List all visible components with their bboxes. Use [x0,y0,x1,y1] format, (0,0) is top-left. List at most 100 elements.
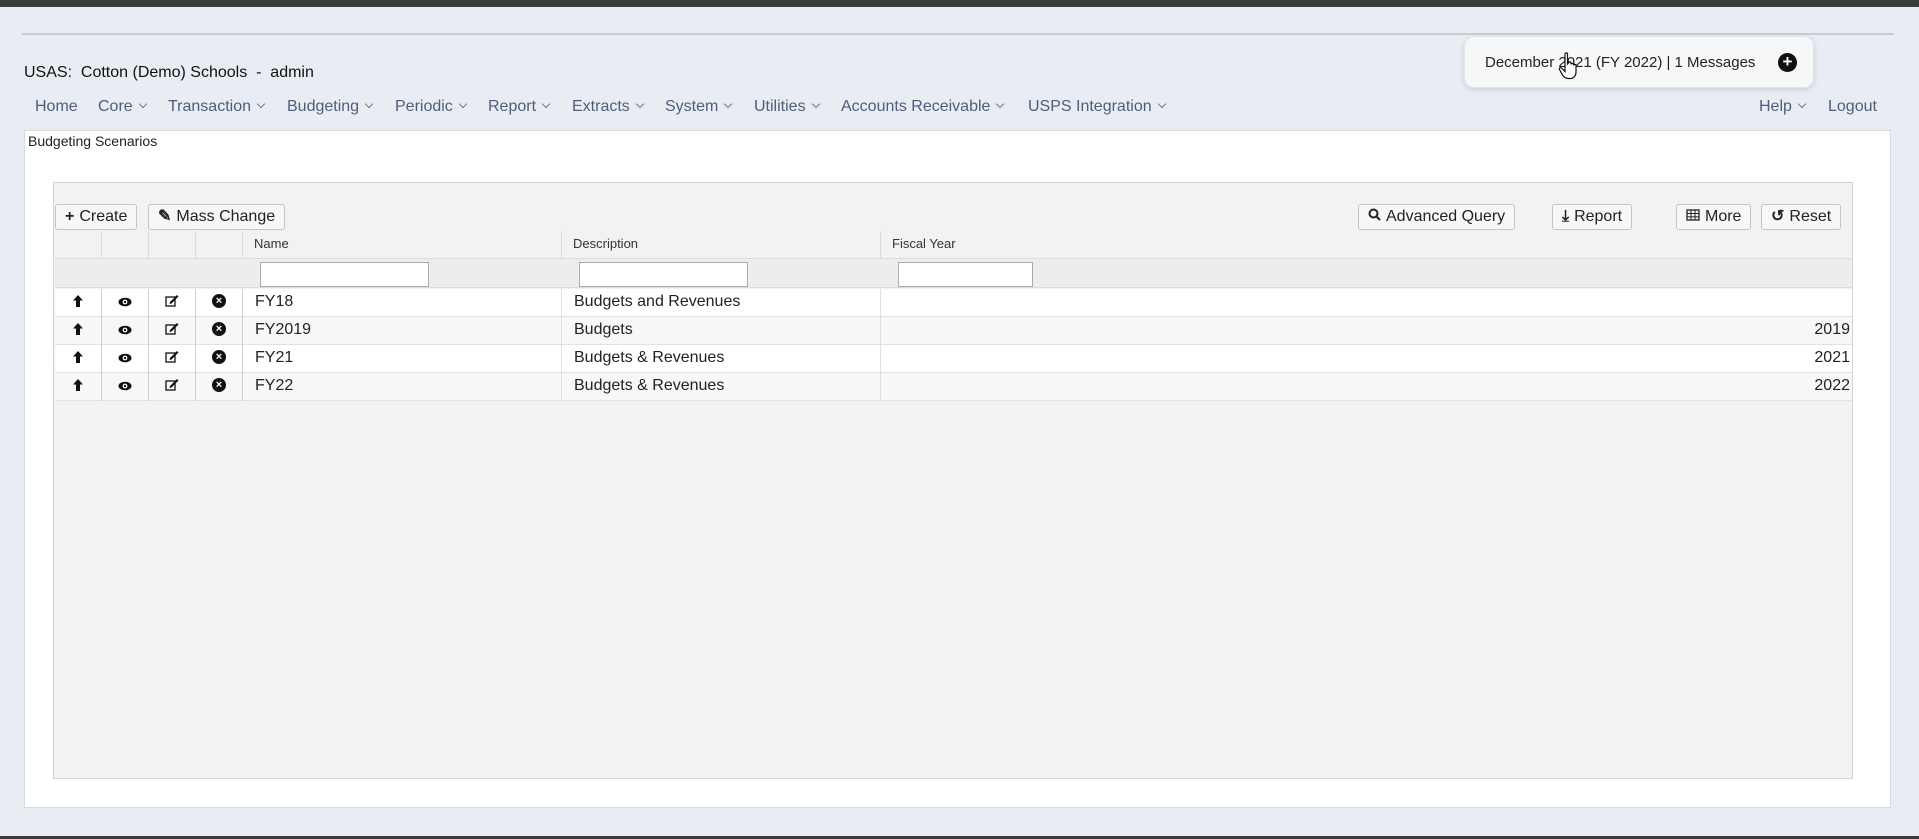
action-column-header [196,231,243,258]
eye-icon [118,322,132,340]
fiscal-year-filter-input[interactable] [898,262,1033,287]
window-top-border [0,0,1919,7]
chevron-down-icon [811,99,820,109]
table-row: × FY22 Budgets & Revenues 2022 [55,373,1852,401]
delete-button[interactable]: × [196,317,243,345]
download-icon: ⤓ [1562,208,1570,225]
filter-row [55,258,1852,288]
plus-icon: + [65,208,75,225]
more-button[interactable]: More [1676,204,1752,230]
menu-system[interactable]: System [665,98,733,116]
menu-core-label: Core [98,98,133,115]
edit-icon [165,294,179,312]
header-divider [22,33,1894,35]
menu-extracts[interactable]: Extracts [572,98,645,116]
menu-usps-integration-label: USPS Integration [1028,98,1152,115]
reset-button[interactable]: ↺ Reset [1761,204,1842,230]
menu-budgeting-label: Budgeting [287,98,360,115]
edit-icon [165,378,179,396]
fiscal-year-cell [881,289,1852,317]
chevron-down-icon [1797,99,1807,109]
name-cell: FY18 [243,289,562,317]
menu-extracts-label: Extracts [572,98,630,115]
promote-button[interactable] [55,317,102,345]
description-cell: Budgets and Revenues [562,289,881,317]
create-button[interactable]: + Create [55,204,138,230]
description-cell: Budgets [562,317,881,345]
edit-icon [165,350,179,368]
report-button[interactable]: ⤓ Report [1552,204,1633,230]
advanced-query-button-label: Advanced Query [1386,208,1506,225]
arrow-up-icon [72,322,84,341]
app-title: USAS: Cotton (Demo) Schools - admin [24,64,314,81]
name-filter-input[interactable] [260,262,429,287]
eye-icon [118,294,132,312]
promote-button[interactable] [55,345,102,373]
action-column-header [55,231,102,258]
edit-icon [165,322,179,340]
menu-core[interactable]: Core [98,98,147,116]
delete-button[interactable]: × [196,345,243,373]
menu-home[interactable]: Home [35,98,78,116]
delete-circle-icon: × [212,378,226,392]
mass-change-button[interactable]: ✎ Mass Change [148,204,286,230]
delete-circle-icon: × [212,350,226,364]
promote-button[interactable] [55,373,102,401]
undo-icon: ↺ [1771,208,1785,225]
report-button-label: Report [1574,208,1623,225]
edit-button[interactable] [149,373,196,401]
delete-circle-icon: × [212,294,226,308]
menu-utilities-label: Utilities [754,98,806,115]
column-header-description[interactable]: Description [562,231,881,258]
eye-icon [118,350,132,368]
view-button[interactable] [102,373,149,401]
menu-home-label: Home [35,98,78,115]
menu-utilities[interactable]: Utilities [754,98,820,116]
edit-button[interactable] [149,289,196,317]
notification-panel[interactable]: December 2021 (FY 2022) | 1 Messages + [1464,36,1814,88]
action-column-header [149,231,196,258]
view-button[interactable] [102,317,149,345]
description-filter-input[interactable] [579,262,748,287]
table-row: × FY18 Budgets and Revenues [55,289,1852,317]
menu-report-label: Report [488,98,537,115]
menu-budgeting[interactable]: Budgeting [287,98,374,116]
plus-circle-icon[interactable]: + [1778,53,1797,72]
menu-accounts-receivable[interactable]: Accounts Receivable [841,98,1005,116]
name-cell: FY22 [243,373,562,401]
view-button[interactable] [102,345,149,373]
chevron-down-icon [138,99,147,109]
arrow-up-icon [72,378,84,397]
view-button[interactable] [102,289,149,317]
menu-report[interactable]: Report [488,98,551,116]
delete-button[interactable]: × [196,289,243,317]
delete-button[interactable]: × [196,373,243,401]
content-area: Budgeting Scenarios + Create ✎ Mass Change… [24,130,1891,808]
edit-button[interactable] [149,317,196,345]
chevron-down-icon [364,99,374,109]
menu-logout[interactable]: Logout [1828,98,1877,116]
chevron-down-icon [996,99,1005,109]
menu-help[interactable]: Help [1759,98,1807,116]
column-header-name[interactable]: Name [243,231,562,258]
notification-text[interactable]: December 2021 (FY 2022) | 1 Messages [1485,54,1755,71]
delete-circle-icon: × [212,322,226,336]
search-icon [1368,205,1381,229]
menu-periodic-label: Periodic [395,98,453,115]
table-row: × FY21 Budgets & Revenues 2021 [55,345,1852,373]
edit-button[interactable] [149,345,196,373]
reset-button-label: Reset [1789,208,1832,225]
menu-periodic[interactable]: Periodic [395,98,468,116]
table-row: × FY2019 Budgets 2019 [55,317,1852,345]
promote-button[interactable] [55,289,102,317]
hand-cursor-icon [1558,52,1577,80]
column-header-fiscal-year[interactable]: Fiscal Year [881,231,1852,258]
eye-icon [118,378,132,396]
name-cell: FY21 [243,345,562,373]
menu-transaction-label: Transaction [168,98,251,115]
advanced-query-button[interactable]: Advanced Query [1358,204,1516,230]
menu-usps-integration[interactable]: USPS Integration [1028,98,1166,116]
arrow-up-icon [72,350,84,369]
menu-transaction[interactable]: Transaction [168,98,266,116]
more-button-label: More [1705,208,1742,225]
